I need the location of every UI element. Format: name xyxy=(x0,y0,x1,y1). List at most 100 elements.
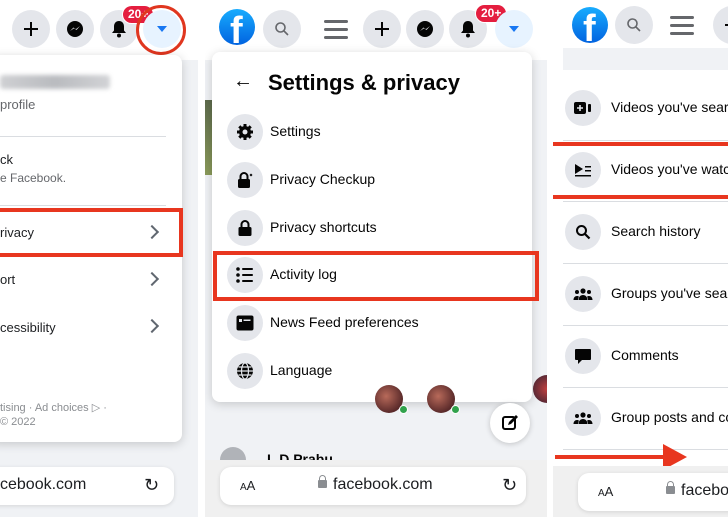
bell-icon xyxy=(461,21,475,38)
divider xyxy=(0,205,166,206)
lock-icon xyxy=(318,475,327,488)
contact-avatar[interactable] xyxy=(533,375,547,403)
groups-icon xyxy=(573,412,593,424)
panel-activity-log: f Videos you've searched for Videos you'… xyxy=(553,0,728,517)
url-text: facebook.com xyxy=(666,481,728,500)
feedback-subtitle: e Facebook. xyxy=(0,171,67,185)
lock-icon xyxy=(666,481,675,494)
menu-item-settings[interactable]: Settings xyxy=(227,110,527,154)
messenger-icon xyxy=(67,21,83,37)
create-button[interactable] xyxy=(12,10,50,48)
plus-icon xyxy=(725,24,728,26)
lock-heart-icon xyxy=(238,172,253,188)
messenger-button[interactable] xyxy=(56,10,94,48)
globe-icon xyxy=(237,362,253,380)
feedback-title[interactable]: ck xyxy=(0,152,13,167)
list-item-label: Groups you've searched for xyxy=(611,285,728,301)
address-bar[interactable]: AA facebook.com xyxy=(578,473,728,511)
url-text: facebook.com xyxy=(318,475,433,494)
menu-icon[interactable] xyxy=(670,16,694,36)
copyright: © 2022 xyxy=(0,416,36,428)
profile-subtitle[interactable]: profile xyxy=(0,97,35,112)
divider xyxy=(0,136,166,137)
chevron-right-icon xyxy=(144,271,160,287)
video-list-icon xyxy=(575,164,591,177)
menu-icon[interactable] xyxy=(324,20,348,40)
gear-icon xyxy=(237,124,253,140)
messenger-button[interactable] xyxy=(406,10,444,48)
back-arrow-icon[interactable]: ← xyxy=(233,70,253,93)
menu-item-language[interactable]: Language xyxy=(227,349,527,393)
chevron-right-icon xyxy=(144,318,160,334)
comment-icon xyxy=(575,349,591,364)
url-text: cebook.com xyxy=(0,476,87,493)
red-arrow xyxy=(555,455,665,459)
create-button[interactable] xyxy=(363,10,401,48)
panel-separator xyxy=(198,0,205,517)
settings-privacy-dropdown: ← Settings & privacy Settings Privacy Ch… xyxy=(212,52,532,402)
list-icon xyxy=(236,267,253,283)
menu-item-label: ort xyxy=(0,272,16,287)
list-item-videos-watched[interactable]: Videos you've watched xyxy=(563,139,728,201)
menu-item-activity-log[interactable]: Activity log xyxy=(227,253,527,297)
online-indicator xyxy=(399,405,408,414)
account-menu-button[interactable] xyxy=(495,10,533,48)
video-add-icon xyxy=(574,102,591,114)
search-strip xyxy=(563,48,728,70)
menu-item-label: Settings xyxy=(270,123,321,139)
list-item-label: Search history xyxy=(611,223,701,239)
reload-icon[interactable]: ↻ xyxy=(144,475,159,496)
groups-icon xyxy=(573,288,593,300)
lock-icon xyxy=(238,220,252,236)
profile-name-blurred xyxy=(0,75,110,89)
top-nav: f 20+ xyxy=(205,0,547,60)
menu-item-privacy-checkup[interactable]: Privacy Checkup xyxy=(227,158,527,202)
menu-item-label: Activity log xyxy=(270,266,337,282)
highlight-circle xyxy=(136,5,186,55)
text-size-button[interactable]: AA xyxy=(240,478,255,493)
search-button[interactable] xyxy=(615,6,653,44)
new-message-button[interactable] xyxy=(490,403,530,443)
text-size-button[interactable]: AA xyxy=(598,484,613,499)
menu-item-label: Language xyxy=(270,362,333,378)
bell-icon xyxy=(112,21,126,38)
online-indicator xyxy=(451,405,460,414)
search-icon xyxy=(275,22,289,36)
panel-account-menu: 20+ profile ck e Facebook. rivacy ort ce… xyxy=(0,0,198,517)
account-dropdown: profile ck e Facebook. rivacy ort cessib… xyxy=(0,55,182,442)
list-item-group-posts-comments[interactable]: Group posts and comments xyxy=(563,387,728,449)
url-value: facebook.com xyxy=(681,482,728,499)
search-icon xyxy=(627,18,641,32)
feed-icon xyxy=(236,315,254,331)
facebook-logo[interactable]: f xyxy=(219,9,255,45)
compose-icon xyxy=(502,415,518,430)
url-value: facebook.com xyxy=(333,476,433,493)
messenger-icon xyxy=(417,21,433,37)
plus-icon xyxy=(375,22,389,36)
menu-item-label: rivacy xyxy=(0,225,34,240)
create-button[interactable] xyxy=(713,6,728,44)
address-bar[interactable]: cebook.com ↻ xyxy=(0,467,174,505)
divider xyxy=(563,449,728,450)
list-item-label: Videos you've searched for xyxy=(611,99,728,115)
panel-settings-privacy: f 20+ ← Settings & privacy Settings Priv… xyxy=(205,0,547,517)
reload-icon[interactable]: ↻ xyxy=(502,475,517,496)
address-bar[interactable]: AA facebook.com ↻ xyxy=(220,467,526,505)
list-item-search-history[interactable]: Search history xyxy=(563,201,728,263)
search-button[interactable] xyxy=(263,10,301,48)
plus-icon xyxy=(24,22,38,36)
menu-item-label: cessibility xyxy=(0,320,56,335)
menu-item-label: News Feed preferences xyxy=(270,314,419,330)
menu-item-news-feed-preferences[interactable]: News Feed preferences xyxy=(227,301,527,345)
list-item-videos-searched[interactable]: Videos you've searched for xyxy=(563,77,728,139)
top-nav: 20+ xyxy=(0,0,198,60)
footer-links[interactable]: tising · Ad choices ▷ · xyxy=(0,401,107,414)
search-icon xyxy=(576,225,591,240)
dropdown-caret-icon xyxy=(509,26,519,32)
menu-item-label: Privacy shortcuts xyxy=(270,219,377,235)
list-item-comments[interactable]: Comments xyxy=(563,325,728,387)
list-item-label: Comments xyxy=(611,347,679,363)
menu-item-privacy-shortcuts[interactable]: Privacy shortcuts xyxy=(227,206,527,250)
facebook-logo[interactable]: f xyxy=(572,7,608,43)
list-item-groups-searched[interactable]: Groups you've searched for xyxy=(563,263,728,325)
